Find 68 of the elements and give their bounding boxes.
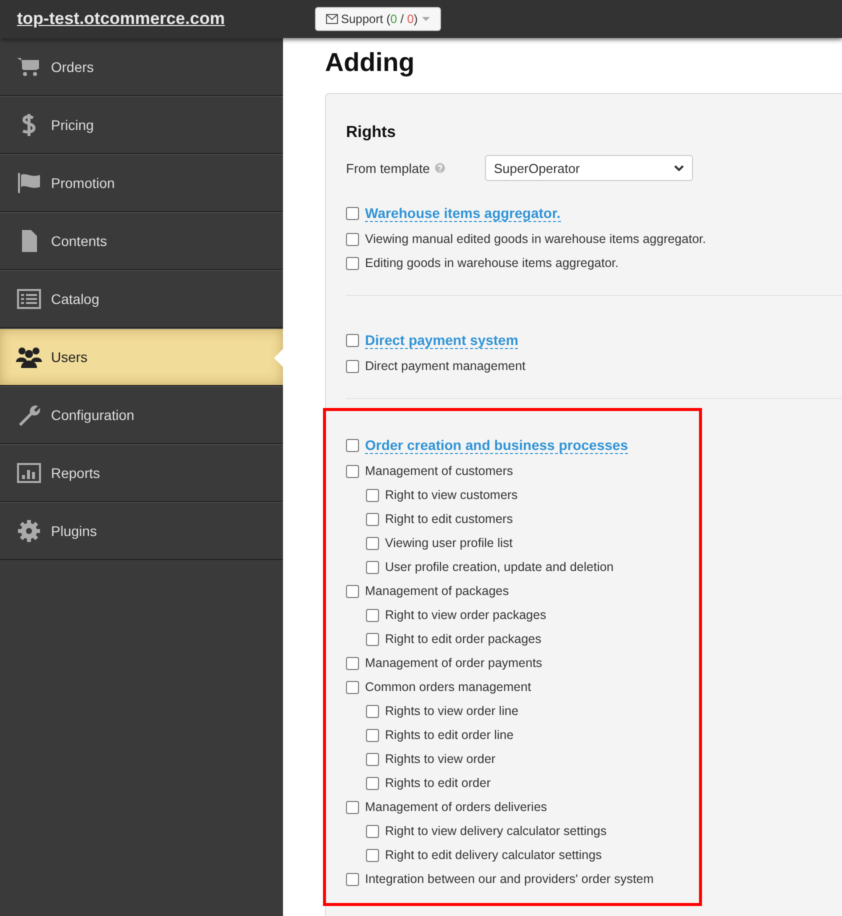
checkbox[interactable]: [366, 512, 379, 526]
sidebar-item[interactable]: Orders: [0, 38, 283, 96]
checkbox[interactable]: [346, 360, 359, 372]
checkbox[interactable]: [346, 656, 359, 670]
users-icon: [16, 345, 42, 369]
checkbox-label: User profile creation, update and deletion: [385, 560, 614, 574]
checkbox[interactable]: [366, 776, 379, 790]
checkbox-label: Rights to edit order: [385, 776, 491, 790]
sidebar-item[interactable]: Promotion: [0, 154, 283, 212]
checkbox[interactable]: [366, 608, 379, 622]
sidebar-item[interactable]: Plugins: [0, 502, 283, 560]
checkbox-label: Rights to view order line: [385, 704, 518, 718]
checkbox[interactable]: [366, 704, 379, 718]
checkbox-label: Right to view order packages: [385, 608, 546, 622]
checkbox[interactable]: [366, 560, 379, 574]
checkbox-label: Rights to view order: [385, 752, 496, 766]
checkbox[interactable]: [346, 800, 359, 814]
sidebar-item[interactable]: Contents: [0, 212, 283, 270]
checkbox-label: Management of packages: [365, 584, 509, 598]
checkbox-label: Management of orders deliveries: [365, 800, 548, 814]
checkbox[interactable]: [346, 872, 359, 886]
checkbox[interactable]: [346, 256, 359, 270]
checkbox-label: Integration between our and providers' order system: [365, 872, 654, 886]
section-title: Rights: [346, 124, 397, 142]
list-icon: [16, 287, 42, 311]
checkbox[interactable]: [366, 632, 379, 646]
sidebar-item[interactable]: Users: [0, 328, 283, 386]
envelope-icon: [326, 14, 338, 24]
checkbox-label: Right to view delivery calculator settings: [385, 824, 607, 838]
checkbox-label: Common orders management: [365, 680, 532, 694]
sidebar-item[interactable]: Pricing: [0, 96, 283, 154]
caret-icon: [422, 17, 430, 21]
template-dropdown[interactable]: SuperOperator: [484, 155, 693, 181]
field-label: From template: [346, 160, 430, 176]
checkbox[interactable]: [346, 584, 359, 598]
checkbox-label: Viewing user profile list: [385, 536, 513, 550]
checkbox-label: Right to edit customers: [385, 512, 513, 526]
checkbox[interactable]: [346, 206, 359, 220]
chevron-icon: [674, 165, 684, 171]
support-button[interactable]: Support (0 / 0): [315, 7, 441, 31]
flag-icon: [16, 171, 42, 195]
settings-icon: [16, 519, 42, 543]
cart-icon: [16, 55, 42, 79]
site-title[interactable]: top-test.otcommerce.com: [17, 9, 315, 29]
checkbox-label: Management of order payments: [365, 656, 542, 670]
checkbox[interactable]: [346, 232, 359, 246]
checkbox-label: Viewing manual edited goods in warehouse items aggregator.: [365, 232, 706, 246]
checkbox-label: Right to edit order packages: [385, 632, 542, 646]
checkbox[interactable]: [346, 680, 359, 694]
checkbox-label: Rights to edit order line: [385, 728, 514, 742]
checkbox[interactable]: [366, 536, 379, 550]
sidebar-item[interactable]: Reports: [0, 444, 283, 502]
checkbox[interactable]: [366, 488, 379, 502]
page-title: Adding: [325, 47, 416, 78]
checkbox[interactable]: [366, 848, 379, 862]
checkbox-label: Editing goods in warehouse items aggregator.: [365, 256, 619, 270]
sidebar-item[interactable]: Configuration: [0, 386, 283, 444]
checkbox[interactable]: [346, 464, 359, 478]
checkbox[interactable]: [346, 334, 359, 346]
bar-chart-icon: [16, 461, 42, 485]
checkbox[interactable]: [346, 438, 359, 452]
checkbox-label: Right to edit delivery calculator settings: [385, 848, 602, 862]
checkbox-label: Direct payment management: [365, 359, 526, 373]
checkbox-label: Right to view customers: [385, 488, 518, 502]
checkbox[interactable]: [366, 728, 379, 742]
checkbox[interactable]: [366, 824, 379, 838]
checkbox-label: Management of customers: [365, 464, 513, 478]
checkbox[interactable]: [366, 752, 379, 766]
